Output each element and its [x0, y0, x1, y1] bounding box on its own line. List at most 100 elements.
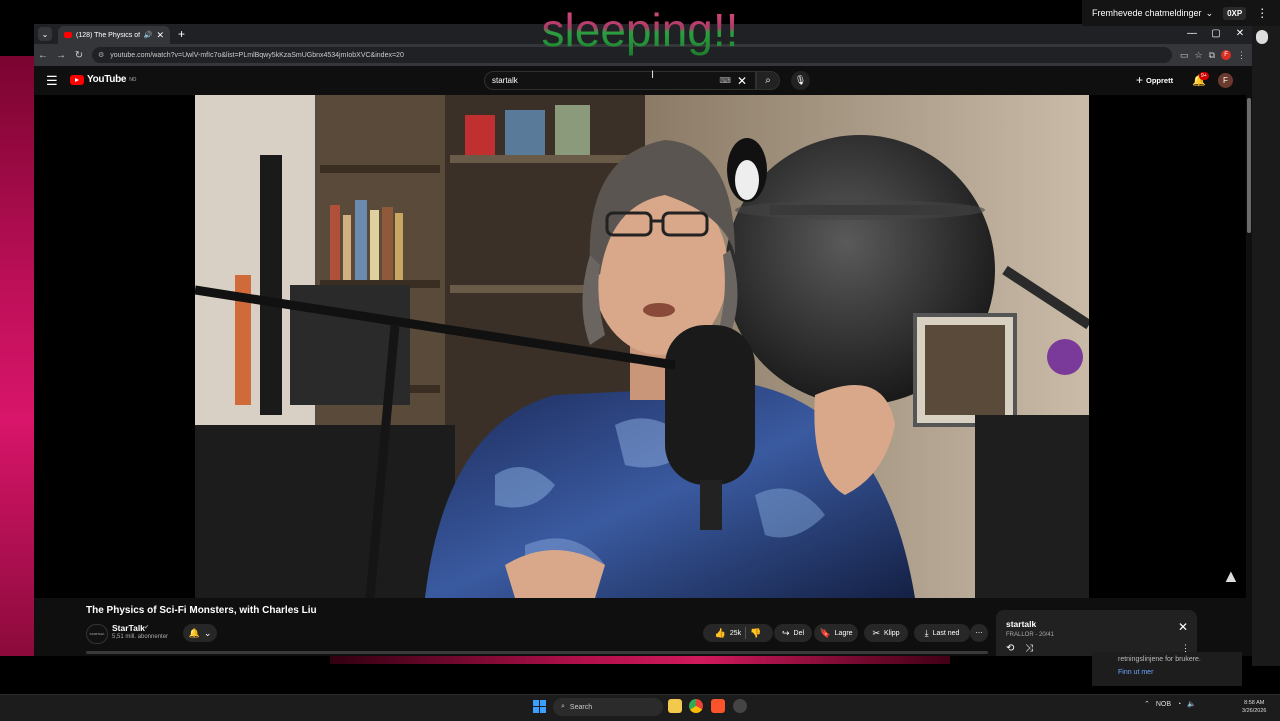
loop-icon[interactable]: ⟲	[1006, 643, 1014, 654]
create-button[interactable]: + Opprett	[1136, 73, 1173, 87]
speaker-icon[interactable]: 🔊	[144, 31, 153, 39]
reload-icon[interactable]: ↻	[70, 50, 88, 61]
youtube-favicon-icon	[64, 32, 72, 38]
chat-more-icon[interactable]: ⋮	[1256, 6, 1268, 20]
chat-mode-dropdown[interactable]: Fremhevede chatmeldinger ⌄	[1082, 8, 1213, 19]
clock-time: 8:58 AM	[1244, 700, 1265, 706]
plus-icon: +	[1136, 73, 1144, 87]
chat-notice-text: retningslinjene for brukere.	[1118, 656, 1201, 663]
chevron-down-icon: ⌄	[1205, 7, 1214, 18]
tray-chevron-icon[interactable]: ⌃	[1144, 700, 1150, 708]
region-code: NO	[129, 76, 137, 83]
desktop-background	[0, 56, 34, 662]
wifi-icon[interactable]: ◔	[1177, 701, 1181, 708]
youtube-play-icon	[70, 74, 84, 85]
extensions-icon[interactable]: ⧉	[1209, 50, 1215, 61]
site-info-icon[interactable]: ⚙	[98, 51, 104, 59]
like-dislike-group: 👍 25k 👎	[703, 624, 773, 642]
subscriber-count: 5,51 mill. abonnenter	[112, 634, 169, 640]
url-text: youtube.com/watch?v=UwlV-mfIc7o&list=PLm…	[110, 51, 404, 59]
app-icon[interactable]	[733, 699, 747, 713]
share-icon: ↪	[781, 627, 790, 638]
shuffle-icon[interactable]: ⤨	[1025, 643, 1033, 654]
account-avatar[interactable]: F	[1218, 73, 1233, 88]
keyboard-icon[interactable]: ⌨	[719, 76, 731, 85]
desktop-wallpaper-strip	[330, 656, 950, 664]
profile-icon[interactable]: F	[1221, 50, 1232, 60]
brave-icon[interactable]	[711, 699, 725, 713]
back-icon[interactable]: ←	[34, 50, 52, 61]
verified-icon: ✔	[144, 625, 150, 631]
file-explorer-icon[interactable]	[668, 699, 682, 713]
windows-start-icon[interactable]	[533, 700, 546, 713]
channel-name[interactable]: StarTalk	[112, 623, 145, 633]
search-icon: ⌕	[765, 75, 771, 86]
system-tray: ⌃ NOB ◔ 🔈	[1144, 700, 1196, 709]
maximize-icon[interactable]: ▢	[1204, 24, 1228, 44]
search-query: startalk	[492, 76, 518, 85]
share-label: Del	[793, 629, 805, 637]
browser-menu-icon[interactable]: ⋮	[1237, 50, 1246, 61]
download-icon: ⤓	[924, 627, 929, 638]
channel-watermark-icon[interactable]: ▲	[1222, 566, 1240, 587]
learn-more-link[interactable]: Finn ut mer	[1118, 669, 1216, 676]
stream-overlay-title: sleeping!!	[500, 4, 780, 56]
save-button[interactable]: 🔖 Lagre	[814, 624, 858, 642]
chat-notice: retningslinjene for brukere. Finn ut mer	[1092, 652, 1242, 686]
clock[interactable]: 8:58 AM 3/26/2026	[1242, 699, 1266, 715]
youtube-logo[interactable]: YouTube NO	[70, 74, 136, 85]
close-window-icon[interactable]: ✕	[1228, 24, 1252, 44]
notification-badge: 9+	[1199, 72, 1209, 80]
clock-date: 3/26/2026	[1242, 708, 1267, 714]
close-tab-icon[interactable]: ✕	[156, 30, 164, 41]
search-button[interactable]: ⌕	[756, 71, 780, 90]
menu-icon[interactable]: ☰	[46, 73, 58, 89]
minimize-icon[interactable]: —	[1180, 24, 1204, 44]
bookmark-star-icon[interactable]: ☆	[1195, 50, 1203, 61]
video-frame[interactable]	[195, 95, 1089, 598]
cast-icon[interactable]: ▭	[1180, 50, 1189, 61]
download-label: Last ned	[932, 629, 960, 637]
mic-icon: 🎙	[794, 75, 807, 85]
close-icon[interactable]: ✕	[1178, 620, 1188, 634]
forward-icon[interactable]: →	[52, 50, 70, 61]
download-button[interactable]: ⤓ Last ned	[914, 624, 970, 642]
clip-label: Klipp	[883, 629, 900, 637]
toolbar-icons: ▭ ☆ ⧉ F ⋮	[1180, 50, 1246, 61]
channel-avatar[interactable]: STARTALK	[86, 624, 108, 644]
playlist-position: FRALLOR - 20/41	[1006, 632, 1055, 638]
chevron-down-icon: ⌄	[41, 29, 49, 39]
share-button[interactable]: ↪ Del	[774, 624, 812, 642]
new-tab-button[interactable]: +	[178, 27, 185, 41]
video-scene	[195, 95, 1089, 598]
taskbar-search[interactable]: ⌕ Search	[553, 698, 663, 716]
scrollbar-thumb[interactable]	[1247, 98, 1251, 233]
like-icon[interactable]: 👍	[715, 628, 726, 639]
more-icon: ⋯	[975, 630, 983, 637]
chrome-icon[interactable]	[689, 699, 703, 713]
xp-badge[interactable]: 0XP	[1223, 6, 1247, 20]
volume-icon[interactable]: 🔈	[1187, 700, 1196, 708]
clip-button[interactable]: ✂ Klipp	[864, 624, 908, 642]
more-actions-button[interactable]: ⋯	[970, 624, 988, 642]
chevron-down-icon: ⌄	[203, 627, 212, 638]
chat-mode-label: Fremhevede chatmeldinger	[1092, 8, 1202, 18]
tab-search-button[interactable]: ⌄	[38, 27, 52, 41]
browser-tab[interactable]: (128) The Physics of Sci-Fi M 🔊 ✕	[58, 26, 170, 44]
chat-avatar[interactable]	[1256, 30, 1268, 44]
like-count[interactable]: 25k	[730, 630, 741, 637]
voice-search-button[interactable]: 🎙	[791, 71, 810, 90]
subscription-bell-button[interactable]: 🔔 ⌄	[183, 624, 217, 642]
tab-title: (128) The Physics of Sci-Fi M	[76, 31, 140, 39]
taskbar-search-placeholder: Search	[569, 703, 593, 711]
chat-sidebar	[1252, 26, 1280, 666]
search-input[interactable]: startalk ⌨ ✕	[484, 71, 756, 90]
chat-header: Fremhevede chatmeldinger ⌄ 0XP ⋮	[1082, 0, 1280, 26]
lang-indicator[interactable]: NOB	[1156, 701, 1171, 708]
youtube-logo-text: YouTube	[87, 74, 127, 85]
dislike-icon[interactable]: 👎	[750, 628, 761, 639]
playlist-title[interactable]: startalk	[1006, 619, 1036, 629]
window-controls: — ▢ ✕	[1180, 24, 1252, 44]
search-icon: ⌕	[561, 703, 565, 710]
clear-search-icon[interactable]: ✕	[737, 74, 747, 88]
